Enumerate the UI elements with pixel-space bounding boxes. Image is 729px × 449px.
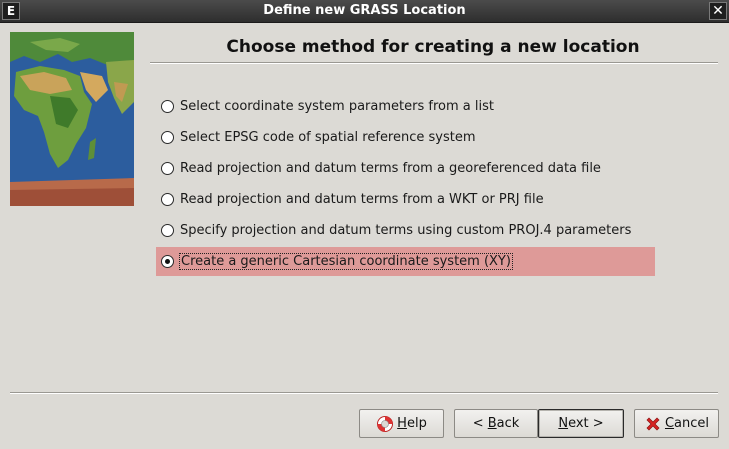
option-georeferenced-file[interactable]: Read projection and datum terms from a g…: [156, 153, 655, 184]
heading-divider: [150, 62, 718, 64]
option-wkt-prj-file[interactable]: Read projection and datum terms from a W…: [156, 184, 655, 215]
next-button-label: Next >: [558, 416, 604, 431]
back-button[interactable]: < Back: [454, 409, 538, 438]
cancel-button-label: Cancel: [664, 416, 710, 431]
radio-button[interactable]: [161, 100, 174, 113]
option-label: Read projection and datum terms from a W…: [180, 192, 544, 207]
option-label: Specify projection and datum terms using…: [180, 223, 632, 238]
radio-button-checked[interactable]: [161, 255, 174, 268]
red-x-icon: [644, 415, 662, 433]
option-label: Select coordinate system parameters from…: [180, 99, 494, 114]
radio-button[interactable]: [161, 193, 174, 206]
title-bar: E Define new GRASS Location ✕: [0, 0, 729, 23]
option-epsg-code[interactable]: Select EPSG code of spatial reference sy…: [156, 122, 655, 153]
option-label: Create a generic Cartesian coordinate sy…: [179, 253, 513, 270]
option-proj4-parameters[interactable]: Specify projection and datum terms using…: [156, 215, 655, 246]
cancel-button[interactable]: Cancel: [634, 409, 719, 438]
option-label: Select EPSG code of spatial reference sy…: [180, 130, 476, 145]
option-generic-xy[interactable]: Create a generic Cartesian coordinate sy…: [156, 247, 655, 276]
close-window-button[interactable]: ✕: [709, 2, 727, 20]
radio-button[interactable]: [161, 162, 174, 175]
help-button[interactable]: Help: [359, 409, 444, 438]
option-coordinate-list[interactable]: Select coordinate system parameters from…: [156, 91, 655, 122]
next-button[interactable]: Next >: [538, 409, 624, 438]
back-button-label: < Back: [472, 416, 520, 431]
page-heading: Choose method for creating a new locatio…: [226, 37, 640, 57]
radio-button[interactable]: [161, 131, 174, 144]
window-title: Define new GRASS Location: [263, 3, 466, 18]
radio-button[interactable]: [161, 224, 174, 237]
lifebuoy-icon: [376, 415, 394, 433]
footer-divider: [10, 392, 718, 394]
world-map-icon: [10, 32, 134, 206]
method-radio-group: Select coordinate system parameters from…: [156, 91, 655, 276]
option-label: Read projection and datum terms from a g…: [180, 161, 601, 176]
help-button-label: Help: [397, 416, 427, 431]
